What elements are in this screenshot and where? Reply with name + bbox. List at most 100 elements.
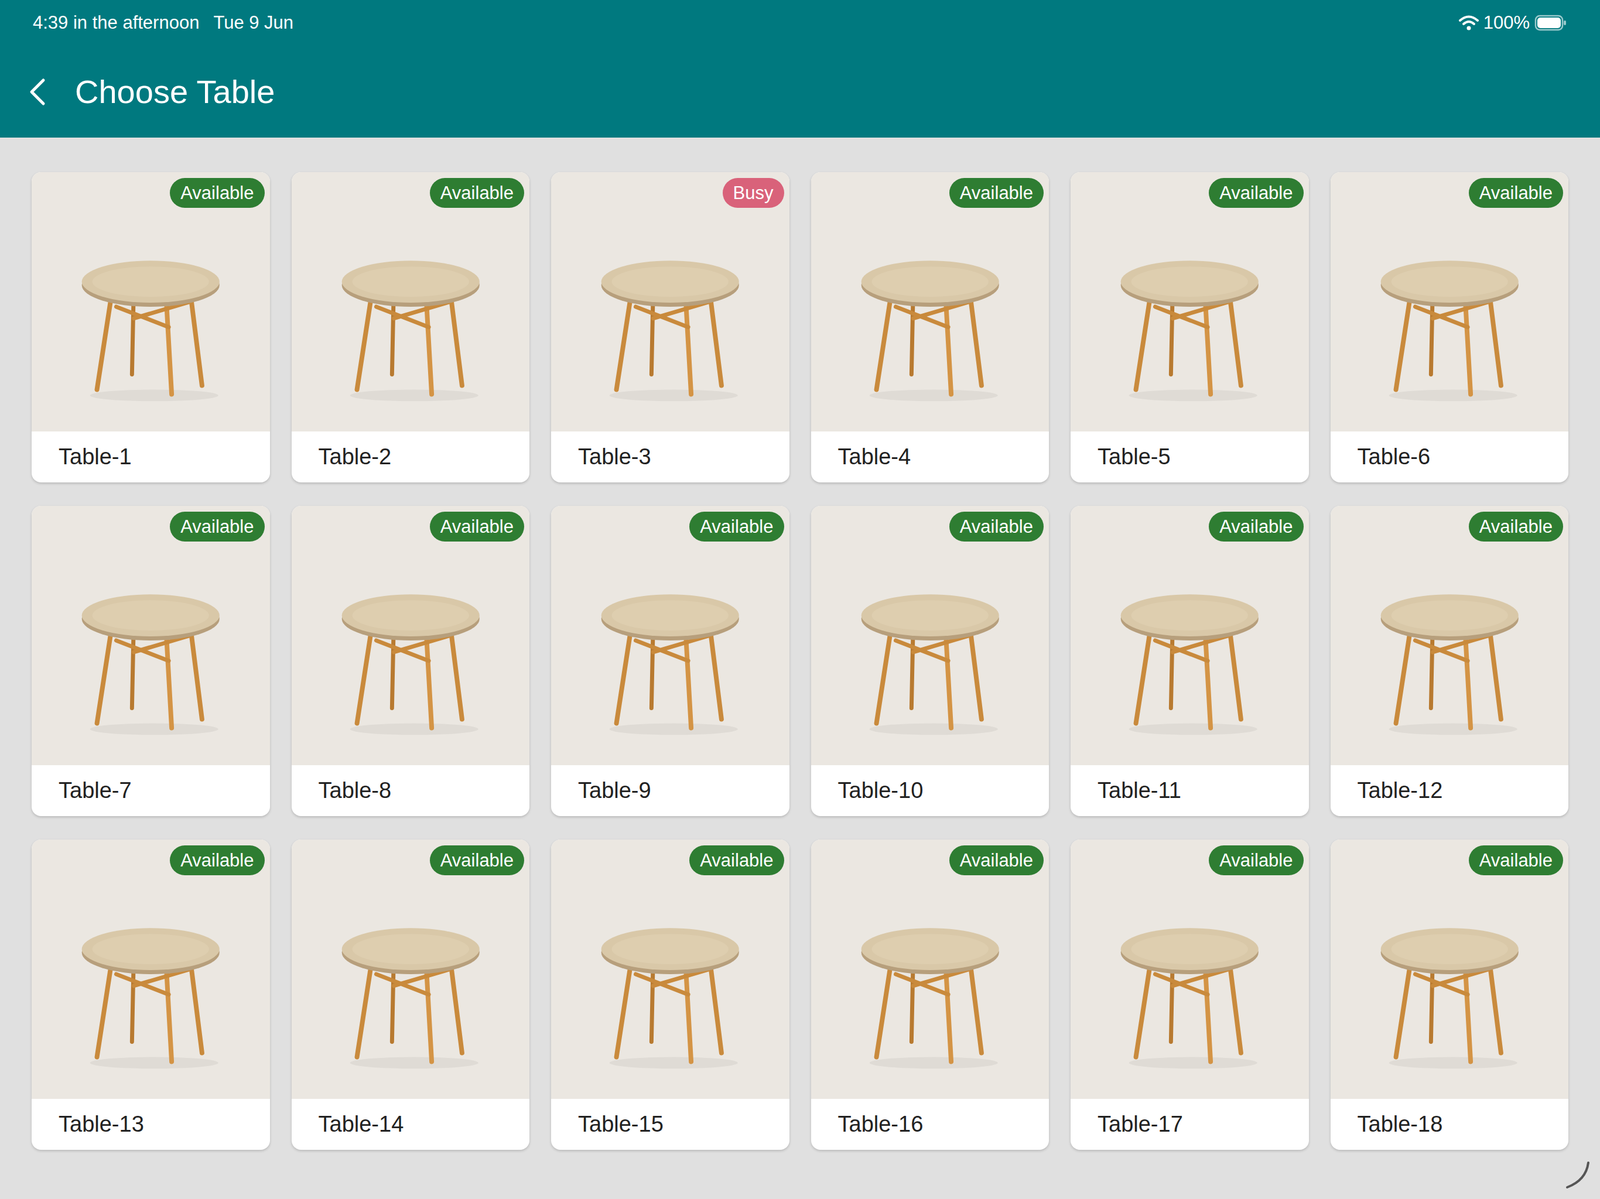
table-icon (291, 172, 531, 432)
status-badge: Available (169, 178, 265, 208)
table-icon (1070, 839, 1309, 1100)
battery-percent: 100% (1483, 9, 1530, 37)
table-card[interactable]: Available Table-1 (31, 172, 270, 483)
table-label: Table-13 (31, 1099, 270, 1151)
status-badge: Available (949, 845, 1044, 876)
table-label: Table-10 (811, 765, 1050, 817)
table-card[interactable]: Available Table-17 (1070, 839, 1309, 1151)
table-image: Available (551, 506, 790, 766)
status-badge: Available (429, 178, 525, 208)
table-icon (291, 506, 531, 766)
status-badge: Available (429, 511, 525, 542)
status-badge: Available (429, 845, 525, 876)
table-card[interactable]: Available Table-13 (31, 839, 270, 1151)
table-card[interactable]: Available Table-14 (291, 839, 531, 1151)
status-badge: Available (689, 511, 784, 542)
table-label: Table-9 (551, 765, 790, 817)
table-image: Available (811, 839, 1050, 1100)
status-badge: Available (689, 845, 784, 876)
status-badge: Available (949, 511, 1044, 542)
table-card[interactable]: Available Table-11 (1070, 506, 1309, 817)
table-icon (31, 172, 270, 432)
table-label: Table-15 (551, 1099, 790, 1151)
table-card[interactable]: Available Table-6 (1330, 172, 1569, 483)
table-icon (811, 839, 1050, 1100)
status-date: Tue 9 Jun (213, 9, 294, 37)
status-badge: Available (1208, 511, 1304, 542)
table-card[interactable]: Available Table-18 (1330, 839, 1569, 1151)
table-card[interactable]: Available Table-15 (551, 839, 790, 1151)
table-icon (1070, 506, 1309, 766)
table-icon (31, 506, 270, 766)
table-image: Available (551, 839, 790, 1100)
app-bar: Choose Table (0, 45, 1600, 138)
table-icon (551, 506, 790, 766)
status-badge: Available (1468, 178, 1564, 208)
table-image: Available (291, 506, 531, 766)
table-label: Table-5 (1070, 431, 1309, 483)
table-icon (291, 839, 531, 1100)
status-badge: Available (169, 511, 265, 542)
table-label: Table-11 (1070, 765, 1309, 817)
table-label: Table-1 (31, 431, 270, 483)
table-icon (1330, 172, 1569, 432)
table-icon (1330, 839, 1569, 1100)
table-card[interactable]: Available Table-10 (811, 506, 1050, 817)
table-image: Available (31, 506, 270, 766)
table-label: Table-8 (291, 765, 531, 817)
table-card[interactable]: Available Table-7 (31, 506, 270, 817)
page-title: Choose Table (74, 71, 275, 113)
table-icon (1070, 172, 1309, 432)
table-card[interactable]: Available Table-16 (811, 839, 1050, 1151)
table-label: Table-18 (1330, 1099, 1569, 1151)
table-label: Table-4 (811, 431, 1050, 483)
table-image: Available (811, 506, 1050, 766)
status-bar: 4:39 in the afternoon Tue 9 Jun 100% (0, 0, 1600, 46)
table-label: Table-14 (291, 1099, 531, 1151)
table-card[interactable]: Available Table-8 (291, 506, 531, 817)
table-label: Table-3 (551, 431, 790, 483)
table-image: Available (1330, 506, 1569, 766)
status-badge: Busy (722, 178, 785, 208)
table-image: Available (31, 839, 270, 1100)
table-image: Available (291, 172, 531, 432)
table-image: Available (31, 172, 270, 432)
table-label: Table-7 (31, 765, 270, 817)
table-icon (551, 172, 790, 432)
table-card[interactable]: AvailableTable-5 (1070, 172, 1309, 483)
status-badge: Available (949, 178, 1044, 208)
table-icon (811, 506, 1050, 766)
table-card[interactable]: Available Table-9 (551, 506, 790, 817)
table-icon (551, 839, 790, 1100)
table-image: Available (291, 839, 531, 1100)
table-grid: Available Table-1 Available Table-2 Busy Tabl… (0, 137, 1600, 1151)
table-card[interactable]: Busy Table-3 (551, 172, 790, 483)
status-badge: Available (1468, 845, 1564, 876)
table-card[interactable]: Available Table-12 (1330, 506, 1569, 817)
table-label: Table-17 (1070, 1099, 1309, 1151)
table-card[interactable]: Available Table-2 (291, 172, 531, 483)
status-badge: Available (1208, 845, 1304, 876)
table-image: Available (1070, 506, 1309, 766)
table-label: Table-12 (1330, 765, 1569, 817)
table-icon (31, 839, 270, 1100)
table-image: Available (811, 172, 1050, 432)
back-arrow-icon[interactable] (25, 75, 50, 109)
table-image: Available (1330, 172, 1569, 432)
status-time: 4:39 in the afternoon (32, 9, 200, 37)
wifi-icon (1458, 14, 1479, 32)
table-image: Available (1330, 839, 1569, 1100)
status-badge: Available (169, 845, 265, 876)
table-label: Table-6 (1330, 431, 1569, 483)
status-badge: Available (1468, 511, 1564, 542)
battery-icon (1534, 14, 1568, 32)
app-header: 4:39 in the afternoon Tue 9 Jun 100% Cho… (0, 0, 1600, 138)
table-image: Available (1070, 839, 1309, 1100)
loading-spinner-icon (1559, 1158, 1592, 1192)
table-icon (811, 172, 1050, 432)
table-image: Busy (551, 172, 790, 432)
table-icon (1330, 506, 1569, 766)
table-label: Table-2 (291, 431, 531, 483)
table-label: Table-16 (811, 1099, 1050, 1151)
table-card[interactable]: Available Table-4 (811, 172, 1050, 483)
